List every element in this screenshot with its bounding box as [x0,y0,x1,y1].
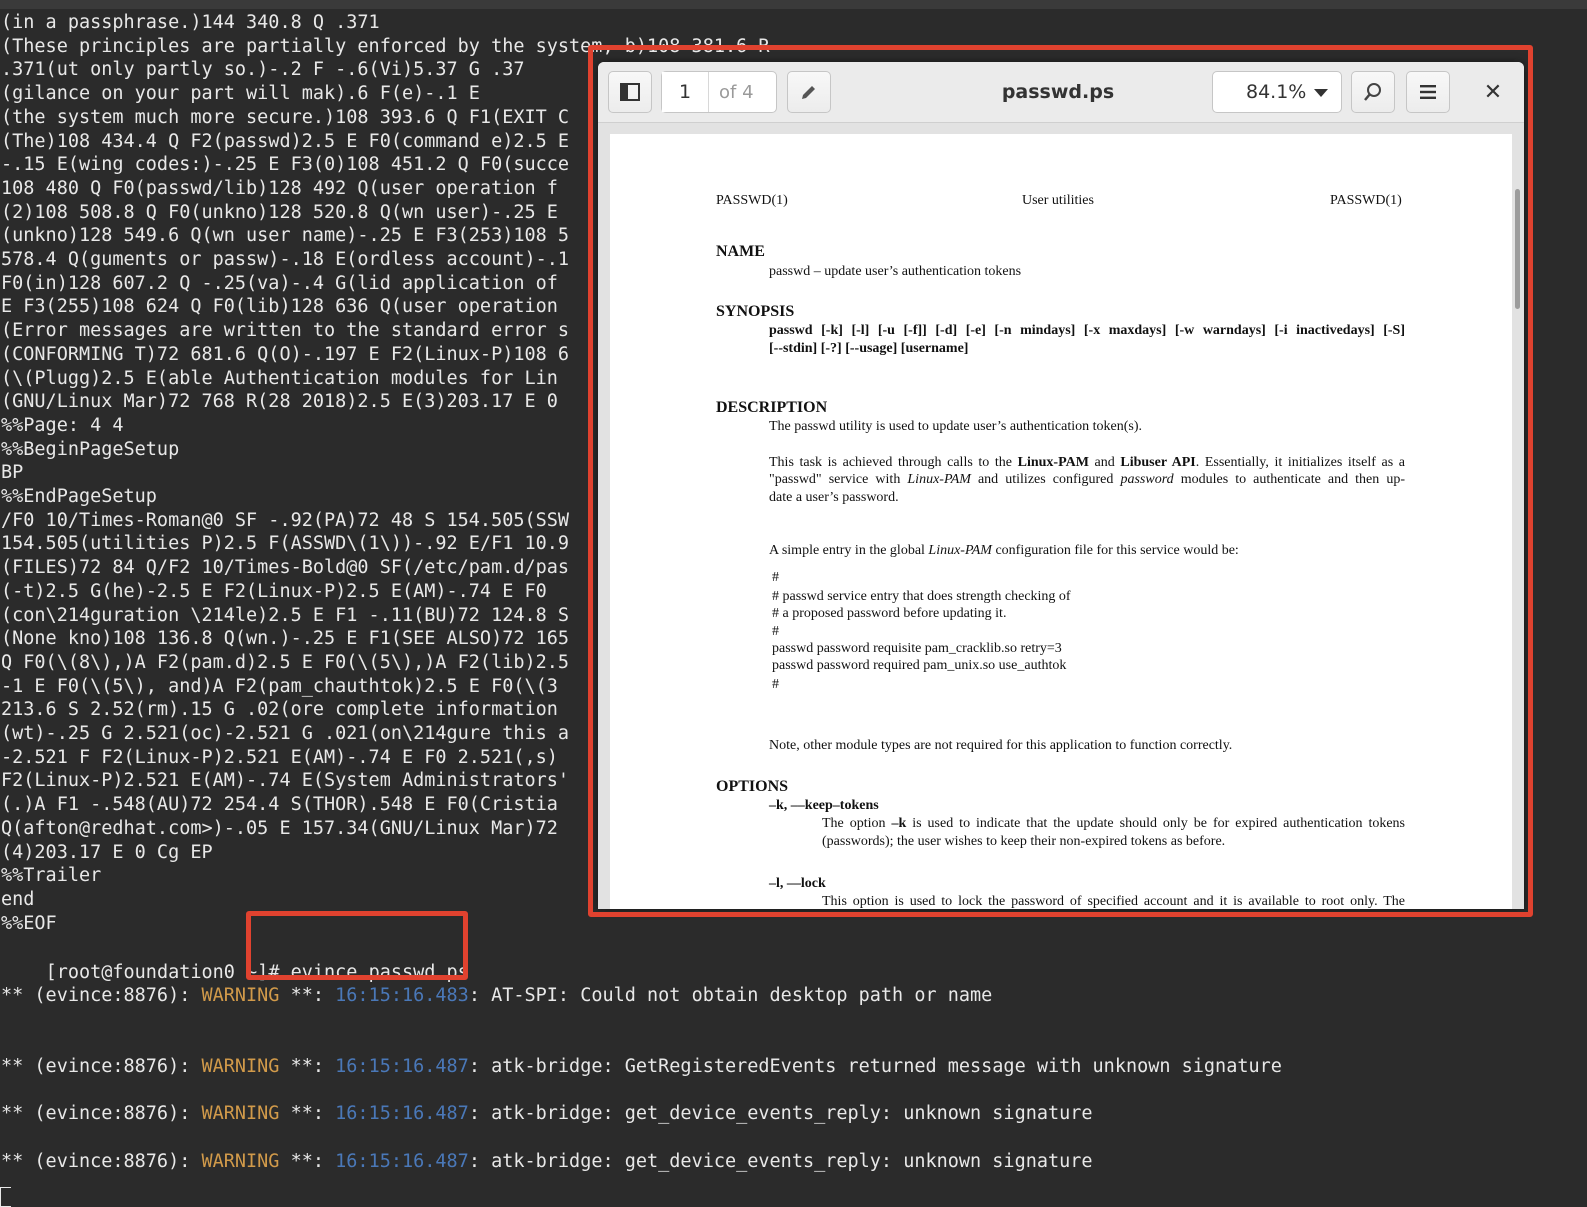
warning-level: WARNING [201,1056,280,1077]
warning-prefix: ** (evince:8876): [1,985,202,1006]
warning-line: ** (evince:8876): WARNING **: 16:15:16.4… [1,984,992,1008]
terminal-line: (None kno)108 136.8 Q(wn.)-.25 E F1(SEE … [1,628,570,650]
terminal-line: /F0 10/Times-Roman@0 SF -.92(PA)72 48 S … [1,509,570,531]
terminal-line: (the system much more secure.)108 393.6 … [1,106,570,128]
terminal-line: (GNU/Linux Mar)72 768 R(28 2018)2.5 E(3)… [1,391,558,413]
terminal-line: end [1,888,35,910]
warning-mid: **: [279,1103,336,1124]
terminal-line: (FILES)72 84 Q/F2 10/Times-Bold@0 SF(/et… [1,557,570,579]
warning-time: 16:15:16.487 [335,1151,469,1172]
terminal-line: (-t)2.5 G(he)-2.5 E F2(Linux-P)2.5 E(AM)… [1,580,547,602]
terminal-line: (CONFORMING T)72 681.6 Q(O)-.197 E F2(Li… [1,343,570,365]
terminal-line: Q(afton@redhat.com>)-.05 E 157.34(GNU/Li… [1,817,558,839]
terminal-line: 154.505(utilities P)2.5 F(ASSWD\(1\))-.9… [1,533,570,555]
warning-msg: : atk-bridge: GetRegisteredEvents return… [468,1056,1282,1077]
warning-msg: : atk-bridge: get_device_events_reply: u… [468,1103,1093,1124]
terminal-line: (Error messages are written to the stand… [1,320,570,342]
warning-mid: **: [279,985,336,1006]
terminal-line: (\(Plugg)2.5 E(able Authentication modul… [1,367,558,389]
warning-mid: **: [279,1151,336,1172]
shell-prompt: [root@foundation0 ~]# [45,962,280,983]
terminal-line: %%EndPageSetup [1,486,157,507]
terminal-line: Q F0(\(8\),)A F2(pam.d)2.5 E F0(\(5\),)A… [1,651,570,673]
warning-level: WARNING [201,1151,280,1172]
terminal-line: -1 E F0(\(5\), and)A F2(pam_chauthtok)2.… [1,675,558,697]
warning-msg: : AT-SPI: Could not obtain desktop path … [468,985,993,1006]
terminal-line: F2(Linux-P)2.521 E(AM)-.74 E(System Admi… [1,770,570,792]
terminal-line: -.15 E(wing codes:)-.25 E F3(0)108 451.2… [1,154,570,176]
terminal-line: -2.521 F F2(Linux-P)2.521 E(AM)-.74 E F0… [1,746,558,768]
warning-prefix: ** (evince:8876): [1,1056,202,1077]
warning-prefix: ** (evince:8876): [1,1151,202,1172]
terminal-line: 213.6 S 2.52(rm).15 G .02(ore complete i… [1,699,558,721]
terminal-line: .371(ut only partly so.)-.2 F -.6(Vi)5.3… [1,59,525,81]
terminal-line: 108 480 Q F0(passwd/lib)128 492 Q(user o… [1,177,558,199]
terminal-line: (unkno)128 549.6 Q(wn user name)-.25 E F… [1,225,570,247]
window-top-bar [0,0,1587,9]
terminal-line: (2)108 508.8 Q F0(unkno)128 520.8 Q(wn u… [1,201,558,223]
terminal-cursor [0,1187,11,1207]
terminal-line: (.)A F1 -.548(AU)72 254.4 S(THOR).548 E … [1,794,558,816]
terminal-line: %%Page: 4 4 [1,414,124,436]
warning-time: 16:15:16.487 [335,1103,469,1124]
warning-line: ** (evince:8876): WARNING **: 16:15:16.4… [1,1102,1093,1126]
warning-line: ** (evince:8876): WARNING **: 16:15:16.4… [1,1150,1093,1174]
warning-time: 16:15:16.487 [335,1056,469,1077]
terminal-line: F0(in)128 607.2 Q -.25(va)-.4 G(lid appl… [1,272,558,294]
terminal-line: (in a passphrase.)144 340.8 Q .371 [1,12,380,33]
terminal-line: BP [1,462,24,484]
highlight-command [246,911,468,980]
terminal-line: %%BeginPageSetup [1,438,180,460]
terminal-line: 578.4 Q(guments or passw)-.18 E(ordless … [1,249,570,270]
terminal-line: (The)108 434.4 Q F2(passwd)2.5 E F0(comm… [1,130,570,152]
warning-msg: : atk-bridge: get_device_events_reply: u… [468,1151,1093,1172]
warning-level: WARNING [201,1103,280,1124]
terminal-line: (gilance on your part will mak).6 F(e)-.… [1,83,480,105]
terminal-line: (4)203.17 E 0 Cg EP [1,841,213,863]
terminal-line: (wt)-.25 G 2.521(oc)-2.521 G .021(on\214… [1,723,570,744]
warning-time: 16:15:16.483 [335,985,469,1006]
terminal-line: E F3(255)108 624 Q F0(lib)128 636 Q(user… [1,296,558,318]
warning-mid: **: [279,1056,336,1077]
warning-line: ** (evince:8876): WARNING **: 16:15:16.4… [1,1055,1282,1079]
highlight-evince-window [588,45,1533,917]
terminal-line: (con\214guration \214le)2.5 E F1 -.11(BU… [1,604,570,626]
terminal-line: %%Trailer [1,865,102,887]
warning-level: WARNING [201,985,280,1006]
warning-prefix: ** (evince:8876): [1,1103,202,1124]
terminal-line: %%EOF [1,912,57,934]
